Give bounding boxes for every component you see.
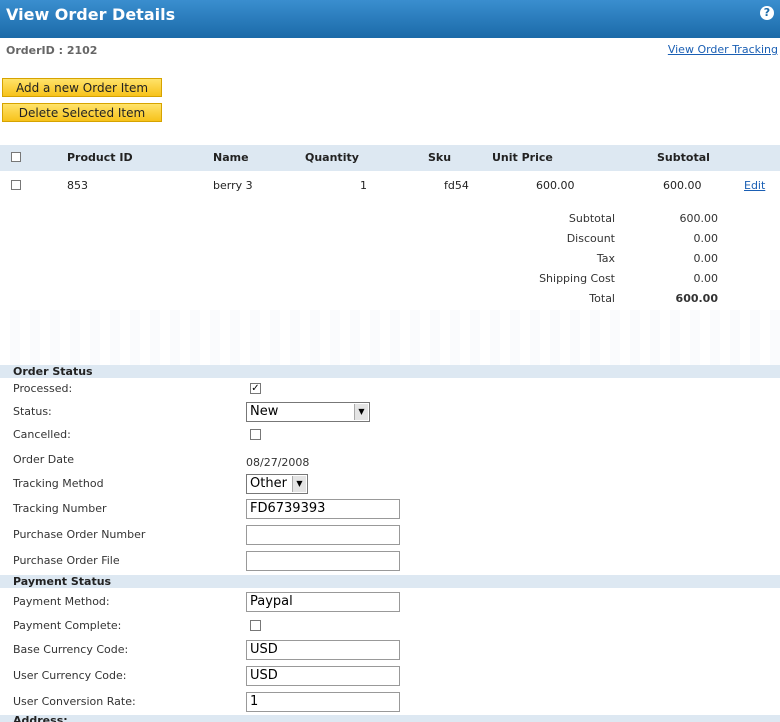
col-subtotal: Subtotal <box>657 151 710 164</box>
col-product-id: Product ID <box>67 151 133 164</box>
col-quantity: Quantity <box>305 151 359 164</box>
cancelled-checkbox[interactable] <box>250 429 261 440</box>
delete-selected-item-button[interactable]: Delete Selected Item <box>2 103 162 122</box>
row-select-checkbox[interactable] <box>11 180 21 190</box>
cell-unit-price: 600.00 <box>536 179 575 192</box>
cell-sku: fd54 <box>444 179 469 192</box>
tracking-method-value: Other <box>250 476 287 491</box>
items-table-header: Product ID Name Quantity Sku Unit Price … <box>0 145 780 171</box>
address-section: Address: <box>0 715 780 722</box>
status-select[interactable]: New ▼ <box>246 402 370 422</box>
cancelled-label: Cancelled: <box>13 428 71 441</box>
po-number-label: Purchase Order Number <box>13 528 146 541</box>
col-unit-price: Unit Price <box>492 151 553 164</box>
col-sku: Sku <box>428 151 452 164</box>
status-select-value: New <box>250 404 279 419</box>
conversion-rate-input[interactable]: 1 <box>246 692 400 712</box>
order-date-label: Order Date <box>13 453 75 466</box>
order-status-section: Order Status <box>0 365 780 378</box>
edit-item-link[interactable]: Edit <box>744 179 765 192</box>
tracking-method-select[interactable]: Other ▼ <box>246 474 308 494</box>
col-name: Name <box>213 151 249 164</box>
base-currency-input[interactable]: USD <box>246 640 400 660</box>
po-file-label: Purchase Order File <box>13 554 120 567</box>
page-title: View Order Details <box>6 5 176 24</box>
payment-status-section: Payment Status <box>0 575 780 588</box>
summary-tax-label: Tax <box>596 252 615 265</box>
summary-discount-label: Discount <box>566 232 615 245</box>
processed-checkbox[interactable]: ✓ <box>250 383 261 394</box>
status-label: Status: <box>13 405 52 418</box>
payment-complete-checkbox[interactable] <box>250 620 261 631</box>
cell-subtotal: 600.00 <box>663 179 702 192</box>
payment-complete-label: Payment Complete: <box>13 619 122 632</box>
summary-subtotal-label: Subtotal <box>568 212 615 225</box>
po-file-input[interactable] <box>246 551 400 571</box>
summary-total-value: 600.00 <box>675 292 718 305</box>
cell-product-id: 853 <box>67 179 88 192</box>
summary-discount-value: 0.00 <box>693 232 719 245</box>
base-currency-label: Base Currency Code: <box>13 643 129 656</box>
select-all-checkbox[interactable] <box>11 152 21 162</box>
chevron-down-icon: ▼ <box>354 404 368 420</box>
decorative-band <box>0 310 780 365</box>
tracking-number-label: Tracking Number <box>13 502 107 515</box>
conversion-rate-label: User Conversion Rate: <box>13 695 136 708</box>
po-number-input[interactable] <box>246 525 400 545</box>
user-currency-label: User Currency Code: <box>13 669 127 682</box>
page-header: View Order Details ? <box>0 0 780 38</box>
summary-shipping-value: 0.00 <box>693 272 719 285</box>
tracking-method-label: Tracking Method <box>13 477 104 490</box>
chevron-down-icon: ▼ <box>292 476 306 492</box>
tracking-number-input[interactable]: FD6739393 <box>246 499 400 519</box>
order-date-value: 08/27/2008 <box>246 456 310 469</box>
payment-method-input[interactable]: Paypal <box>246 592 400 612</box>
summary-total-label: Total <box>589 292 615 305</box>
summary-tax-value: 0.00 <box>693 252 719 265</box>
summary-subtotal-value: 600.00 <box>679 212 719 225</box>
payment-method-label: Payment Method: <box>13 595 110 608</box>
summary-shipping-label: Shipping Cost <box>539 272 615 285</box>
view-order-tracking-link[interactable]: View Order Tracking <box>668 43 778 56</box>
cell-quantity: 1 <box>360 179 367 192</box>
processed-label: Processed: <box>13 382 73 395</box>
add-order-item-button[interactable]: Add a new Order Item <box>2 78 162 97</box>
order-id-label: OrderID : 2102 <box>6 44 98 57</box>
cell-name: berry 3 <box>213 179 253 192</box>
user-currency-input[interactable]: USD <box>246 666 400 686</box>
help-icon[interactable]: ? <box>760 6 774 20</box>
